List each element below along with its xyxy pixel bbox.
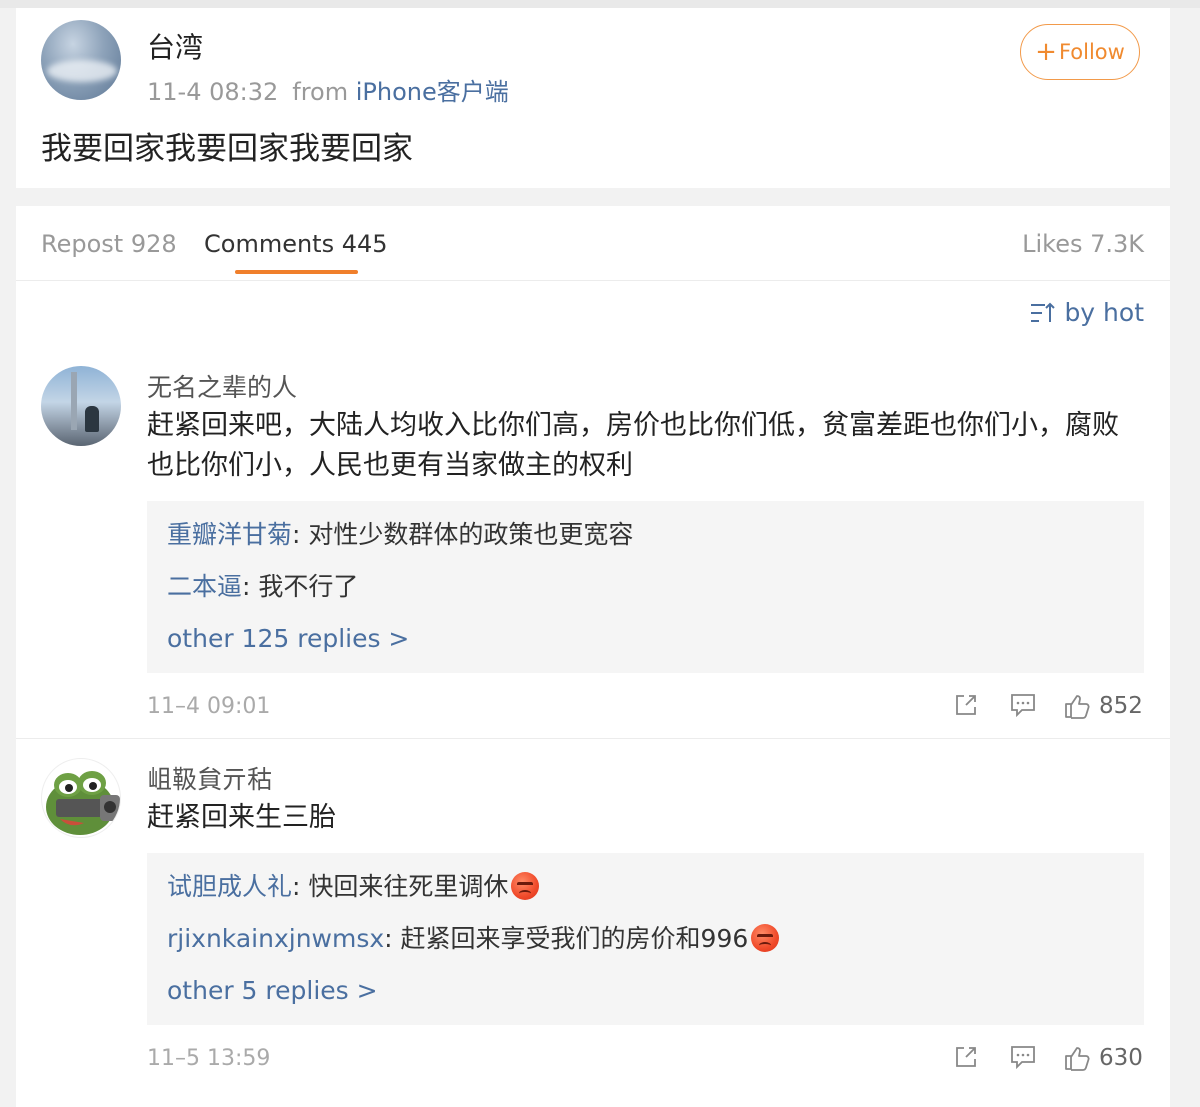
post-from-label: from (292, 78, 349, 106)
reply-button[interactable] (1009, 1044, 1037, 1070)
sort-label: by hot (1064, 298, 1144, 327)
active-tab-indicator (235, 270, 358, 274)
share-button[interactable] (953, 1044, 979, 1070)
angry-emoji-icon (511, 872, 540, 900)
avatar-person-shape (85, 406, 99, 432)
reply-author[interactable]: rjixnkainxjnwmsx (167, 924, 384, 953)
reply-text: : 快回来往死里调休 (292, 872, 509, 901)
share-button[interactable] (953, 692, 979, 718)
comment-icon (1011, 1046, 1035, 1070)
comment-time: 11–5 13:59 (147, 1046, 271, 1071)
sort-icon (1031, 302, 1056, 322)
comment-time: 11–4 09:01 (147, 694, 271, 719)
reply-item: rjixnkainxjnwmsx: 赶紧回来享受我们的房价和996 (167, 919, 1124, 971)
tab-comments[interactable]: Comments 445 (204, 230, 388, 258)
share-icon (956, 695, 976, 715)
comment-text: 赶紧回来吧，大陆人均收入比你们高，房价也比你们低，贫富差距也你们小，腐败也比你们… (147, 410, 1119, 481)
reply-text: : 赶紧回来享受我们的房价和996 (384, 924, 749, 953)
reply-button[interactable] (1009, 692, 1037, 718)
reply-author[interactable]: 二本逼 (167, 572, 242, 601)
reply-item: 重瓣洋甘菊: 对性少数群体的政策也更宽容 (167, 515, 1124, 567)
reply-box[interactable]: 试胆成人礼: 快回来往死里调休 rjixnkainxjnwmsx: 赶紧回来享受… (147, 853, 1144, 1025)
commenter-avatar[interactable] (41, 366, 121, 446)
frog-avatar-image (46, 771, 120, 835)
commenter-avatar[interactable] (41, 758, 121, 838)
tab-likes[interactable]: Likes 7.3K (1022, 230, 1144, 258)
comment-divider (16, 738, 1170, 739)
share-icon (956, 1047, 976, 1067)
more-replies-link[interactable]: other 5 replies > (167, 971, 1124, 1011)
avatar-tower-shape (71, 372, 77, 430)
commenter-name[interactable]: 岨靸貟亓秙 (147, 760, 272, 796)
post-author-name[interactable]: 台湾 (147, 26, 203, 66)
reply-author[interactable]: 重瓣洋甘菊 (167, 520, 292, 549)
post-time: 11-4 08:32 (147, 78, 279, 106)
post-card: 台湾 11-4 08:32 from iPhone客户端 + Follow 我要回家… (16, 8, 1170, 188)
follow-label: Follow (1058, 40, 1125, 64)
post-author-avatar[interactable] (41, 20, 121, 100)
post-meta: 11-4 08:32 from iPhone客户端 (147, 72, 509, 107)
follow-button[interactable]: + Follow (1020, 24, 1140, 80)
sort-by-hot-button[interactable]: by hot (1030, 298, 1144, 327)
thumbs-up-icon (1065, 1047, 1090, 1071)
tab-bar: Repost 928 Comments 445 Likes 7.3K (16, 206, 1170, 281)
plus-icon: + (1035, 37, 1057, 67)
more-replies-link[interactable]: other 125 replies > (167, 619, 1124, 659)
comments-card: Repost 928 Comments 445 Likes 7.3K by ho… (16, 206, 1170, 1107)
angry-emoji-icon (751, 924, 780, 952)
thumbs-up-icon (1065, 695, 1090, 719)
comment-footer: 11–5 13:59 630 (147, 1040, 1144, 1080)
reply-text: : 对性少数群体的政策也更宽容 (292, 520, 634, 549)
comment-icon (1011, 694, 1035, 718)
post-text: 我要回家我要回家我要回家 (41, 131, 413, 167)
like-count: 630 (1099, 1045, 1143, 1071)
top-divider (0, 0, 1200, 8)
commenter-name[interactable]: 无名之辈的人 (147, 368, 297, 404)
reply-box[interactable]: 重瓣洋甘菊: 对性少数群体的政策也更宽容 二本逼: 我不行了 other 125… (147, 501, 1144, 673)
reply-item: 试胆成人礼: 快回来往死里调休 (167, 867, 1124, 919)
tab-repost[interactable]: Repost 928 (41, 230, 177, 258)
reply-author[interactable]: 试胆成人礼 (167, 872, 292, 901)
reply-text: : 我不行了 (242, 572, 359, 601)
comment-text: 赶紧回来生三胎 (147, 802, 336, 833)
like-button[interactable]: 852 (1063, 692, 1143, 720)
reply-item: 二本逼: 我不行了 (167, 567, 1124, 619)
comment-footer: 11–4 09:01 852 (147, 688, 1144, 728)
like-count: 852 (1099, 693, 1143, 719)
post-source[interactable]: iPhone客户端 (356, 78, 509, 106)
like-button[interactable]: 630 (1063, 1044, 1143, 1072)
